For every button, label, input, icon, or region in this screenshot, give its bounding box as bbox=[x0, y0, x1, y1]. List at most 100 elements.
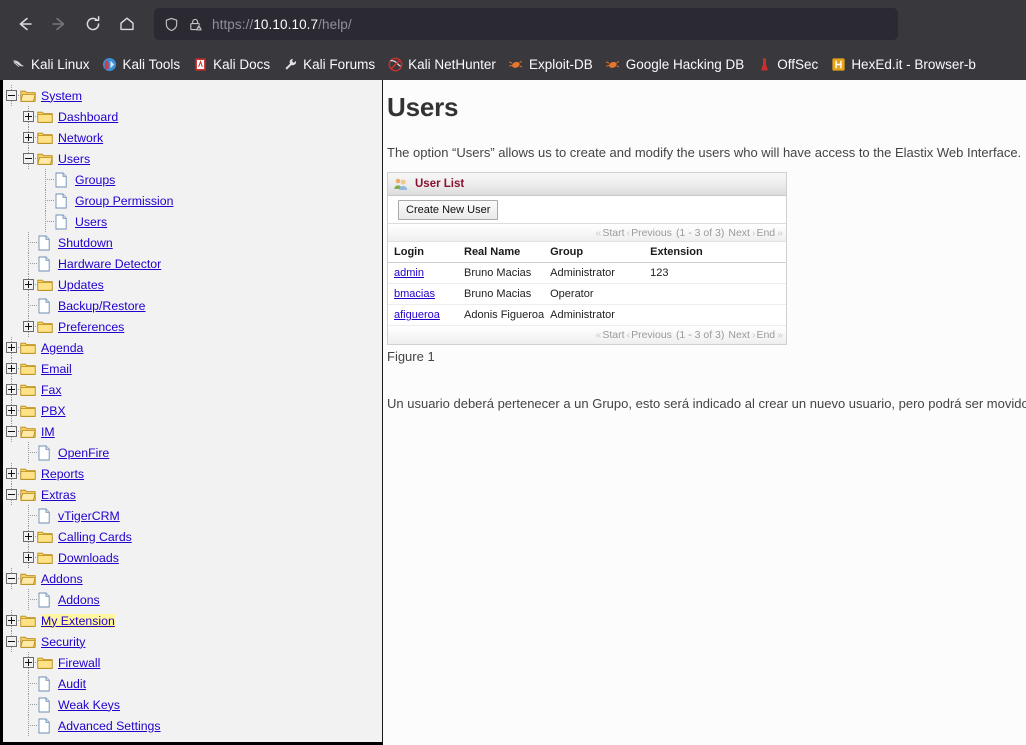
pagination-previous[interactable]: Previous bbox=[631, 227, 672, 239]
tree-collapse-icon[interactable] bbox=[3, 631, 22, 652]
tree-item-label[interactable]: Users bbox=[58, 152, 90, 166]
bookmark-google-hacking-db[interactable]: Google Hacking DB bbox=[599, 51, 751, 77]
tree-collapse-icon[interactable] bbox=[3, 421, 22, 442]
tree-item-system[interactable]: System bbox=[3, 85, 382, 106]
pagination-next-chevron[interactable]: › bbox=[752, 329, 755, 341]
tree-item-label[interactable]: Agenda bbox=[41, 341, 83, 355]
tree-item-label[interactable]: Audit bbox=[58, 677, 86, 691]
pagination-last-chevron[interactable]: » bbox=[777, 227, 783, 239]
tree-item-security[interactable]: Security bbox=[3, 631, 382, 652]
column-header-extension[interactable]: Extension bbox=[644, 242, 786, 263]
bookmark-kali-tools[interactable]: Kali Tools bbox=[96, 51, 187, 77]
pagination-next-chevron[interactable]: › bbox=[752, 227, 755, 239]
tree-item-label[interactable]: vTigerCRM bbox=[58, 509, 120, 523]
bookmark-exploit-db[interactable]: Exploit-DB bbox=[502, 51, 599, 77]
pagination-prev-chevron[interactable]: ‹ bbox=[627, 329, 630, 341]
tree-expand-icon[interactable] bbox=[3, 463, 22, 484]
tree-item-updates[interactable]: Updates bbox=[3, 274, 382, 295]
tree-item-agenda[interactable]: Agenda bbox=[3, 337, 382, 358]
column-header-group[interactable]: Group bbox=[544, 242, 645, 263]
tree-item-label[interactable]: Addons bbox=[58, 593, 100, 607]
tree-item-fax[interactable]: Fax bbox=[3, 379, 382, 400]
tree-item-label[interactable]: Advanced Settings bbox=[58, 719, 161, 733]
tree-item-preferences[interactable]: Preferences bbox=[3, 316, 382, 337]
tree-item-addons[interactable]: Addons bbox=[3, 589, 382, 610]
pagination-last-chevron[interactable]: » bbox=[777, 329, 783, 341]
tree-collapse-icon[interactable] bbox=[3, 484, 22, 505]
tree-item-label[interactable]: Dashboard bbox=[58, 110, 118, 124]
back-arrow-icon[interactable] bbox=[8, 7, 42, 41]
bookmark-kali-forums[interactable]: Kali Forums bbox=[276, 51, 381, 77]
tree-expand-icon[interactable] bbox=[20, 274, 39, 295]
tree-item-firewall[interactable]: Firewall bbox=[3, 652, 382, 673]
pagination-prev-chevron[interactable]: ‹ bbox=[627, 227, 630, 239]
tree-expand-icon[interactable] bbox=[20, 652, 39, 673]
tree-item-label[interactable]: Downloads bbox=[58, 551, 119, 565]
tree-item-network[interactable]: Network bbox=[3, 127, 382, 148]
tree-item-addons[interactable]: Addons bbox=[3, 568, 382, 589]
tree-item-audit[interactable]: Audit bbox=[3, 673, 382, 694]
tree-item-users[interactable]: Users bbox=[3, 148, 382, 169]
tree-item-label[interactable]: OpenFire bbox=[58, 446, 109, 460]
tree-item-label[interactable]: Extras bbox=[41, 488, 76, 502]
lock-warning-icon[interactable] bbox=[188, 17, 203, 32]
user-link[interactable]: admin bbox=[394, 267, 424, 279]
tree-item-label[interactable]: Users bbox=[75, 215, 107, 229]
tree-item-label[interactable]: Updates bbox=[58, 278, 104, 292]
tree-item-vtigercrm[interactable]: vTigerCRM bbox=[3, 505, 382, 526]
tree-item-my-extension[interactable]: My Extension bbox=[3, 610, 382, 631]
bookmark-kali-docs[interactable]: Kali Docs bbox=[186, 51, 276, 77]
tree-expand-icon[interactable] bbox=[20, 127, 39, 148]
tree-item-dashboard[interactable]: Dashboard bbox=[3, 106, 382, 127]
tree-item-extras[interactable]: Extras bbox=[3, 484, 382, 505]
tree-item-label[interactable]: System bbox=[41, 89, 82, 103]
pagination-end[interactable]: End bbox=[756, 227, 775, 239]
pagination-end[interactable]: End bbox=[756, 329, 775, 341]
tree-item-label[interactable]: Preferences bbox=[58, 320, 124, 334]
tree-expand-icon[interactable] bbox=[20, 547, 39, 568]
create-new-user-button[interactable]: Create New User bbox=[398, 199, 499, 220]
tree-item-label[interactable]: Security bbox=[41, 635, 85, 649]
tree-item-backup-restore[interactable]: Backup/Restore bbox=[3, 295, 382, 316]
reload-icon[interactable] bbox=[76, 7, 110, 41]
tree-item-label[interactable]: Addons bbox=[41, 572, 83, 586]
user-link[interactable]: bmacias bbox=[394, 288, 435, 300]
shield-icon[interactable] bbox=[164, 17, 179, 32]
tree-item-label[interactable]: My Extension bbox=[41, 613, 115, 628]
pagination-first-chevron[interactable]: « bbox=[596, 329, 602, 341]
tree-item-label[interactable]: Group Permission bbox=[75, 194, 173, 208]
pagination-bottom[interactable]: « Start ‹ Previous (1 - 3 of 3) Next › E… bbox=[388, 326, 786, 344]
pagination-next[interactable]: Next bbox=[728, 329, 750, 341]
bookmark-kali-nethunter[interactable]: Kali NetHunter bbox=[381, 51, 502, 77]
tree-expand-icon[interactable] bbox=[3, 337, 22, 358]
pagination-start[interactable]: Start bbox=[602, 329, 624, 341]
tree-collapse-icon[interactable] bbox=[3, 568, 22, 589]
tree-item-label[interactable]: Calling Cards bbox=[58, 530, 132, 544]
tree-item-groups[interactable]: Groups bbox=[3, 169, 382, 190]
tree-item-label[interactable]: Fax bbox=[41, 383, 62, 397]
tree-item-calling-cards[interactable]: Calling Cards bbox=[3, 526, 382, 547]
tree-item-hardware-detector[interactable]: Hardware Detector bbox=[3, 253, 382, 274]
tree-item-label[interactable]: Network bbox=[58, 131, 103, 145]
tree-item-label[interactable]: Backup/Restore bbox=[58, 299, 146, 313]
tree-collapse-icon[interactable] bbox=[3, 85, 22, 106]
pagination-top[interactable]: « Start ‹ Previous (1 - 3 of 3) Next › E… bbox=[388, 224, 786, 242]
pagination-next[interactable]: Next bbox=[728, 227, 750, 239]
bookmark-offsec[interactable]: OffSec bbox=[750, 51, 824, 77]
tree-expand-icon[interactable] bbox=[20, 526, 39, 547]
url-text[interactable]: https://10.10.10.7/help/ bbox=[212, 17, 352, 32]
tree-item-shutdown[interactable]: Shutdown bbox=[3, 232, 382, 253]
bookmark-kali-linux[interactable]: Kali Linux bbox=[4, 51, 96, 77]
tree-item-advanced-settings[interactable]: Advanced Settings bbox=[3, 715, 382, 736]
tree-item-pbx[interactable]: PBX bbox=[3, 400, 382, 421]
tree-expand-icon[interactable] bbox=[3, 379, 22, 400]
tree-item-users[interactable]: Users bbox=[3, 211, 382, 232]
tree-item-label[interactable]: Email bbox=[41, 362, 72, 376]
pagination-previous[interactable]: Previous bbox=[631, 329, 672, 341]
help-navigation-tree[interactable]: System Dashboard Network Users Groups Group P… bbox=[3, 80, 383, 745]
pagination-first-chevron[interactable]: « bbox=[596, 227, 602, 239]
tree-item-label[interactable]: Weak Keys bbox=[58, 698, 120, 712]
tree-expand-icon[interactable] bbox=[3, 610, 22, 631]
tree-item-label[interactable]: Hardware Detector bbox=[58, 257, 161, 271]
address-bar[interactable]: https://10.10.10.7/help/ bbox=[154, 8, 898, 40]
